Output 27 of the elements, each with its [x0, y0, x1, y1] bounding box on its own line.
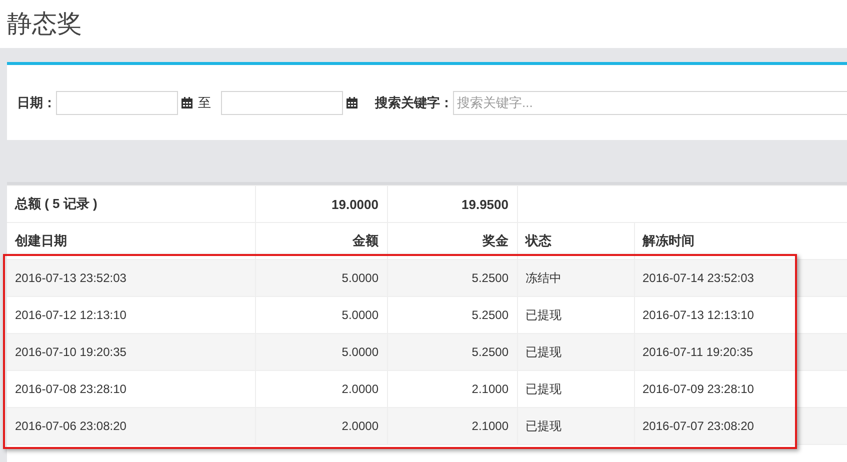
table-cell: 2016-07-10 19:20:35 [7, 334, 255, 370]
table-cell: 5.0000 [255, 260, 387, 296]
table-cell: 已提现 [517, 334, 634, 370]
calendar-icon[interactable] [181, 96, 193, 108]
page-title: 静态奖 [6, 8, 83, 40]
date-label: 日期： [17, 94, 56, 112]
date-field[interactable] [56, 90, 178, 114]
table-cell: 2016-07-14 23:52:03 [634, 260, 847, 296]
table-cell: 2016-07-11 19:20:35 [634, 334, 847, 370]
table-cell: 19.9500 [387, 186, 517, 222]
date-field[interactable] [221, 90, 343, 114]
table-cell: 已提现 [517, 408, 634, 444]
table-cell: 2.0000 [255, 408, 387, 444]
range-separator: 至 [198, 94, 211, 112]
table-cell: 19.0000 [255, 186, 387, 222]
table-cell: 2016-07-07 23:08:20 [634, 408, 847, 444]
table-cell: 2016-07-06 23:08:20 [7, 408, 255, 444]
calendar-icon[interactable] [346, 96, 358, 108]
table-cell: 5.2500 [387, 334, 517, 370]
table-cell: 总额 ( 5 记录 ) [7, 186, 255, 222]
keyword-label: 搜索关键字： [375, 94, 453, 112]
table-cell: 冻结中 [517, 260, 634, 296]
table-cell: 2.1000 [387, 408, 517, 444]
table-cell: 5.2500 [387, 260, 517, 296]
table-cell: 2016-07-13 23:52:03 [7, 260, 255, 296]
search-field[interactable]: 搜索关键字... [453, 90, 847, 114]
table-cell: 5.0000 [255, 334, 387, 370]
